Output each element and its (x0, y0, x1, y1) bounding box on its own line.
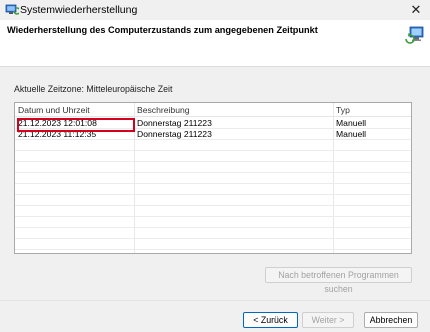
empty-row (15, 184, 411, 195)
empty-row (15, 239, 411, 250)
wizard-header: Wiederherstellung des Computerzustands z… (0, 20, 430, 67)
empty-row (15, 195, 411, 206)
row-type: Manuell (336, 129, 367, 139)
empty-row (15, 217, 411, 228)
row-description: Donnerstag 211223 (137, 129, 212, 139)
page-heading: Wiederherstellung des Computerzustands z… (7, 25, 318, 35)
column-header-type[interactable]: Typ (336, 103, 350, 117)
footer-divider (0, 300, 430, 301)
column-header-description[interactable]: Beschreibung (137, 103, 190, 117)
list-header: Datum und Uhrzeit Beschreibung Typ (15, 103, 411, 117)
cancel-button[interactable]: Abbrechen (364, 312, 418, 328)
system-restore-icon (5, 4, 19, 15)
empty-row (15, 173, 411, 184)
next-button[interactable]: Weiter > (302, 312, 354, 328)
title-bar: Systemwiederherstellung ✕ (0, 0, 430, 20)
timezone-label: Aktuelle Zeitzone: Mitteleuropäische Zei… (14, 84, 173, 94)
column-header-date[interactable]: Datum und Uhrzeit (18, 103, 90, 117)
window-title: Systemwiederherstellung (20, 4, 138, 16)
empty-row (15, 151, 411, 162)
selection-highlight (17, 118, 135, 132)
restore-point-list[interactable]: Datum und Uhrzeit Beschreibung Typ 21.12… (14, 102, 412, 254)
row-description: Donnerstag 211223 (137, 118, 212, 128)
close-icon[interactable]: ✕ (408, 2, 424, 18)
empty-row (15, 228, 411, 239)
scan-affected-programs-button[interactable]: Nach betroffenen Programmen suchen (265, 267, 412, 294)
empty-row (15, 140, 411, 151)
restore-wizard-icon (405, 26, 424, 44)
row-type: Manuell (336, 118, 367, 128)
empty-row (15, 206, 411, 217)
back-button[interactable]: < Zurück (243, 312, 298, 328)
empty-row (15, 162, 411, 173)
